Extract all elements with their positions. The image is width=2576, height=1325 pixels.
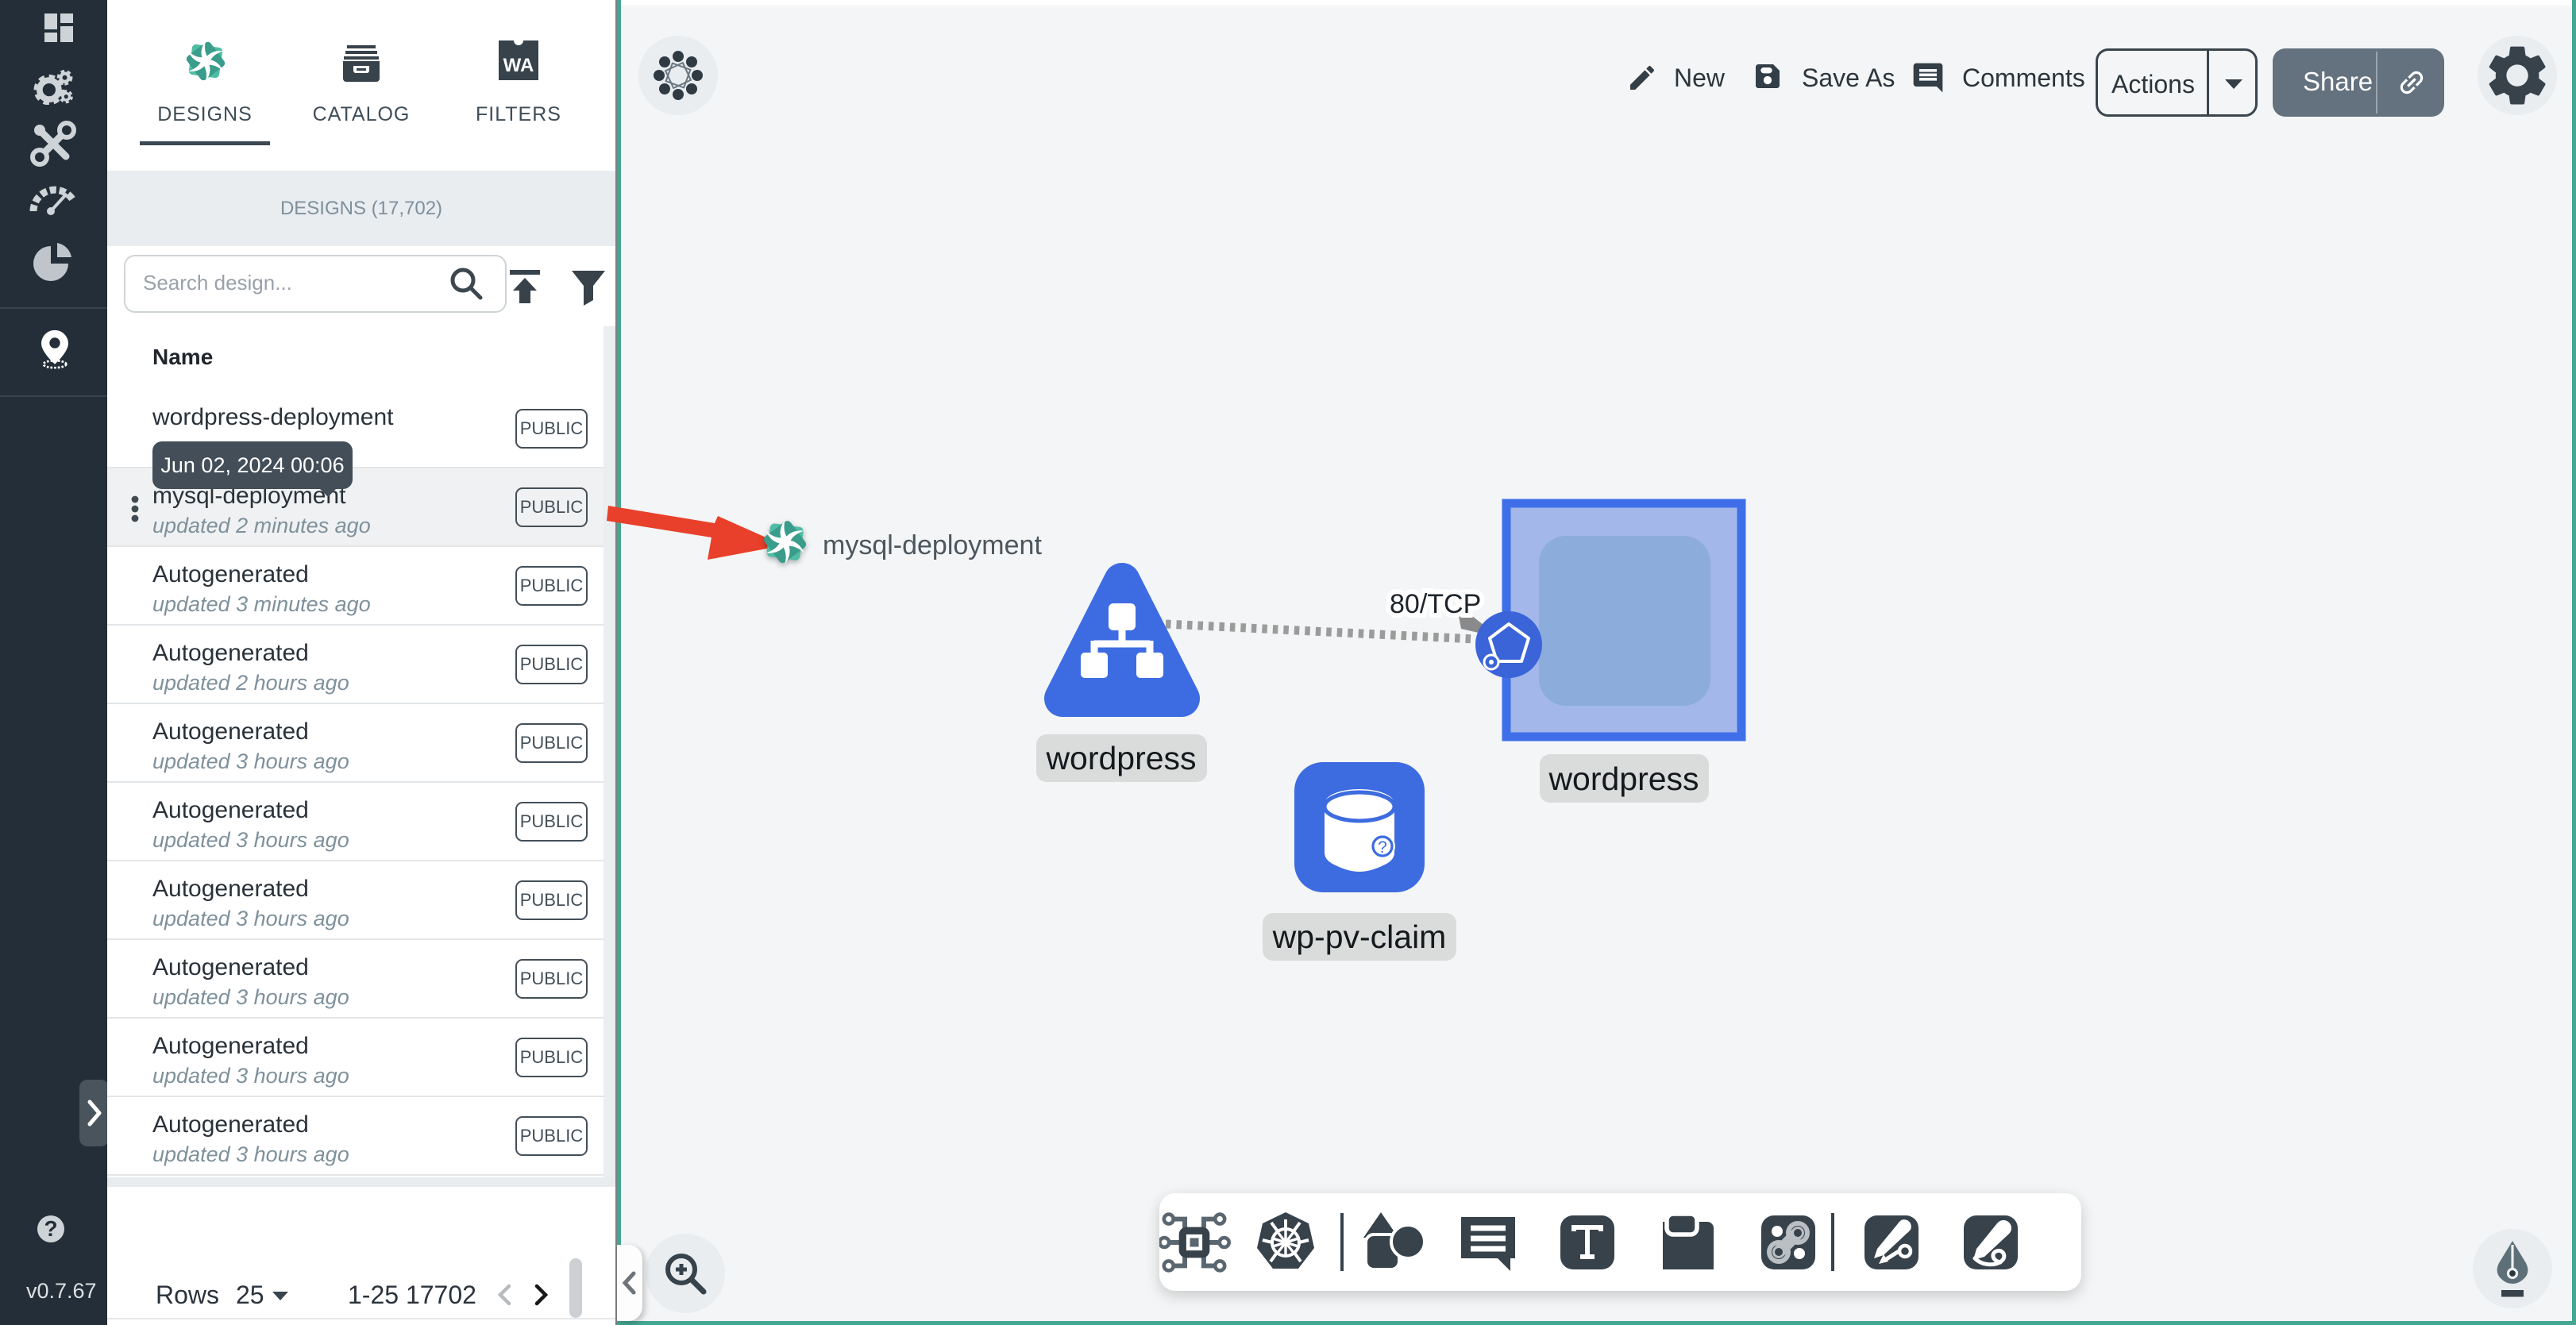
svg-text:wp-pv-claim: wp-pv-claim [1272,919,1447,955]
svg-text:wordpress: wordpress [1045,740,1196,776]
svg-text:wordpress: wordpress [1548,761,1699,797]
svg-text:80/TCP: 80/TCP [1390,589,1481,619]
svg-text:?: ? [1378,838,1387,857]
svg-text:mysql-deployment: mysql-deployment [823,530,1042,560]
